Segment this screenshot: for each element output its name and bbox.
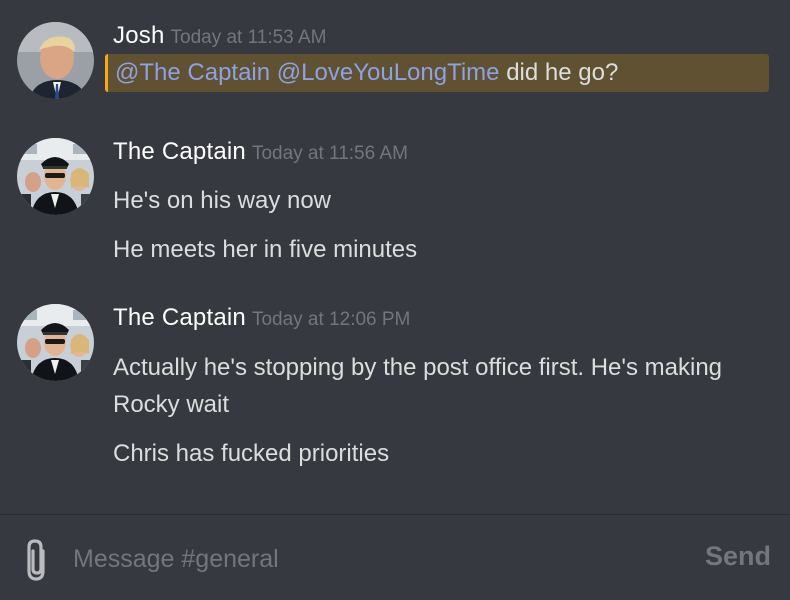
highlighted-message: @The Captain @LoveYouLongTime did he go? bbox=[105, 54, 769, 92]
user-avatar-icon[interactable] bbox=[17, 22, 94, 99]
message-text: did he go? bbox=[506, 59, 619, 86]
message-timestamp: Today at 11:56 AM bbox=[251, 143, 408, 164]
message-composer: Send bbox=[0, 514, 790, 600]
message-text: Chris has fucked priorities bbox=[113, 440, 390, 467]
user-avatar-icon[interactable] bbox=[17, 138, 94, 215]
message-text: He's on his way now bbox=[113, 187, 332, 214]
paperclip-icon[interactable] bbox=[22, 537, 52, 583]
user-mention[interactable]: @LoveYouLongTime bbox=[277, 59, 500, 86]
message-header: The Captain Today at 12:06 PM bbox=[113, 304, 410, 338]
message-text: He meets her in five minutes bbox=[113, 236, 418, 263]
user-mention[interactable]: @The Captain bbox=[115, 59, 270, 86]
message-header: The Captain Today at 11:56 AM bbox=[113, 138, 408, 172]
message-input[interactable] bbox=[73, 539, 673, 579]
author-name[interactable]: The Captain bbox=[113, 304, 246, 331]
message-text: Actually he's stopping by the post offic… bbox=[113, 354, 723, 418]
message-list: Josh Today at 11:53 AM @The Captain @Love… bbox=[0, 0, 790, 514]
message-timestamp: Today at 12:06 PM bbox=[251, 309, 411, 330]
author-name[interactable]: The Captain bbox=[113, 138, 246, 165]
message-header: Josh Today at 11:53 AM bbox=[113, 22, 326, 56]
send-button[interactable]: Send bbox=[705, 541, 771, 572]
message-timestamp: Today at 11:53 AM bbox=[170, 27, 327, 48]
author-name[interactable]: Josh bbox=[113, 22, 165, 49]
user-avatar-icon[interactable] bbox=[17, 304, 94, 381]
chat-app: Josh Today at 11:53 AM @The Captain @Love… bbox=[0, 0, 790, 600]
